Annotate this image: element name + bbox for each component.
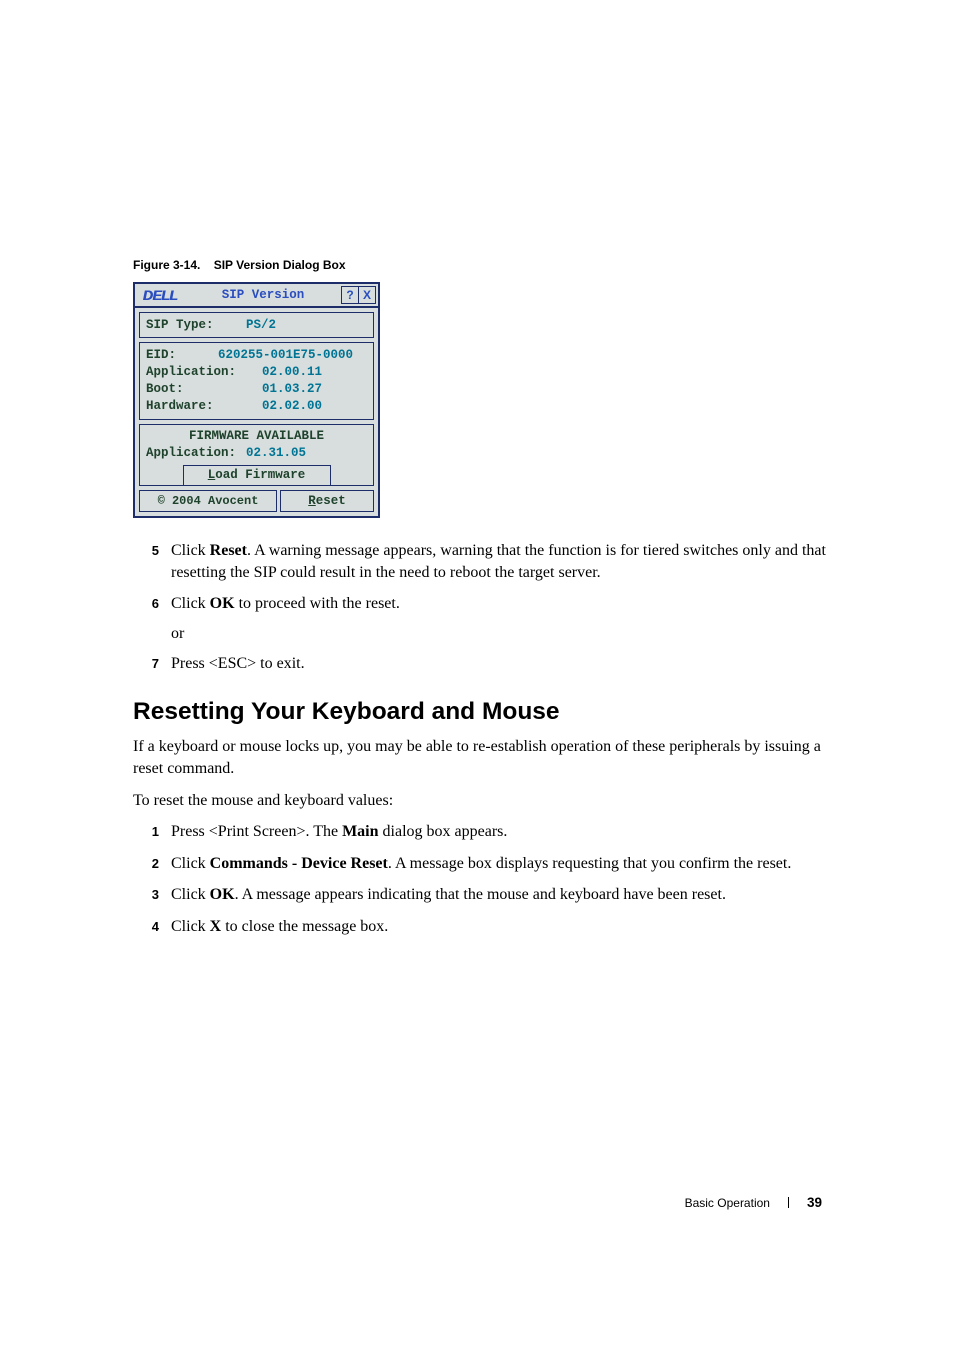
step-num: 5 (133, 540, 171, 583)
reset-rest: eset (316, 494, 346, 508)
reset-accel: R (308, 494, 316, 508)
eid-value: 620255-001E75-0000 (218, 347, 353, 364)
page-footer: Basic Operation 39 (685, 1195, 822, 1210)
figure-caption-title: SIP Version Dialog Box (214, 258, 346, 272)
step-text: Click Commands - Device Reset. A message… (171, 853, 826, 875)
copyright-text: © 2004 Avocent (139, 490, 277, 512)
sip-type-label: SIP Type: (146, 318, 246, 332)
dialog-titlebar: DELL SIP Version ? X (135, 284, 378, 308)
app-value: 02.00.11 (262, 364, 322, 381)
firmware-heading: FIRMWARE AVAILABLE (140, 425, 373, 445)
dialog-title-buttons: ? X (341, 286, 378, 304)
step-1: 1 Press <Print Screen>. The Main dialog … (133, 821, 826, 843)
reset-button[interactable]: Reset (280, 490, 374, 512)
sip-version-dialog: DELL SIP Version ? X SIP Type: PS/2 EID:… (133, 282, 380, 518)
step-text: Click OK. A message appears indicating t… (171, 884, 826, 906)
step-3: 3 Click OK. A message appears indicating… (133, 884, 826, 906)
step-num: 4 (133, 916, 171, 938)
step-text: Press <Print Screen>. The Main dialog bo… (171, 821, 826, 843)
eid-row: EID: 620255-001E75-0000 (146, 347, 367, 364)
step-text: Click X to close the message box. (171, 916, 826, 938)
footer-divider (788, 1197, 789, 1208)
app-row: Application: 02.00.11 (146, 364, 367, 381)
step-2: 2 Click Commands - Device Reset. A messa… (133, 853, 826, 875)
steps-second: 1 Press <Print Screen>. The Main dialog … (133, 821, 826, 937)
hw-row: Hardware: 02.02.00 (146, 398, 367, 415)
dell-logo-text: DELL (143, 287, 178, 303)
step-num: 1 (133, 821, 171, 843)
step-6: 6 Click OK to proceed with the reset. (133, 593, 826, 615)
footer-section: Basic Operation (685, 1196, 770, 1210)
sip-info-panel: EID: 620255-001E75-0000 Application: 02.… (139, 342, 374, 420)
paragraph-1: If a keyboard or mouse locks up, you may… (133, 736, 826, 779)
firmware-app-row: Application: 02.31.05 (140, 445, 373, 465)
close-icon: X (363, 288, 371, 302)
step-4: 4 Click X to close the message box. (133, 916, 826, 938)
app-label: Application: (146, 364, 246, 381)
hw-value: 02.02.00 (262, 398, 322, 415)
figure-caption: Figure 3-14. SIP Version Dialog Box (133, 258, 826, 272)
load-firmware-rest: oad Firmware (215, 468, 305, 482)
load-firmware-button[interactable]: Load Firmware (183, 465, 331, 486)
figure-caption-prefix: Figure 3-14. (133, 258, 200, 272)
step-num: 7 (133, 653, 171, 675)
close-button[interactable]: X (358, 286, 376, 304)
step-num: 3 (133, 884, 171, 906)
hw-label: Hardware: (146, 398, 246, 415)
help-icon: ? (346, 288, 353, 302)
steps-first: 5 Click Reset. A warning message appears… (133, 540, 826, 674)
dialog-title: SIP Version (185, 288, 341, 302)
step-num: 6 (133, 593, 171, 615)
or-text: or (171, 625, 826, 643)
content-area: Figure 3-14. SIP Version Dialog Box DELL… (133, 258, 826, 948)
step-text: Click OK to proceed with the reset. (171, 593, 826, 615)
page: Figure 3-14. SIP Version Dialog Box DELL… (0, 0, 954, 1351)
step-num: 2 (133, 853, 171, 875)
boot-value: 01.03.27 (262, 381, 322, 398)
step-7: 7 Press <ESC> to exit. (133, 653, 826, 675)
step-text: Click Reset. A warning message appears, … (171, 540, 826, 583)
dialog-footer: © 2004 Avocent Reset (139, 490, 374, 512)
sip-type-row: SIP Type: PS/2 (139, 312, 374, 338)
firmware-panel: FIRMWARE AVAILABLE Application: 02.31.05… (139, 424, 374, 486)
boot-row: Boot: 01.03.27 (146, 381, 367, 398)
step-5: 5 Click Reset. A warning message appears… (133, 540, 826, 583)
help-button[interactable]: ? (341, 286, 359, 304)
fw-app-label: Application: (146, 445, 246, 462)
footer-page: 39 (807, 1195, 822, 1210)
dell-logo: DELL (135, 287, 185, 303)
fw-app-value: 02.31.05 (246, 445, 306, 462)
section-heading: Resetting Your Keyboard and Mouse (133, 698, 826, 726)
boot-label: Boot: (146, 381, 246, 398)
sip-type-value: PS/2 (246, 318, 276, 332)
step-text: Press <ESC> to exit. (171, 653, 826, 675)
paragraph-2: To reset the mouse and keyboard values: (133, 790, 826, 812)
